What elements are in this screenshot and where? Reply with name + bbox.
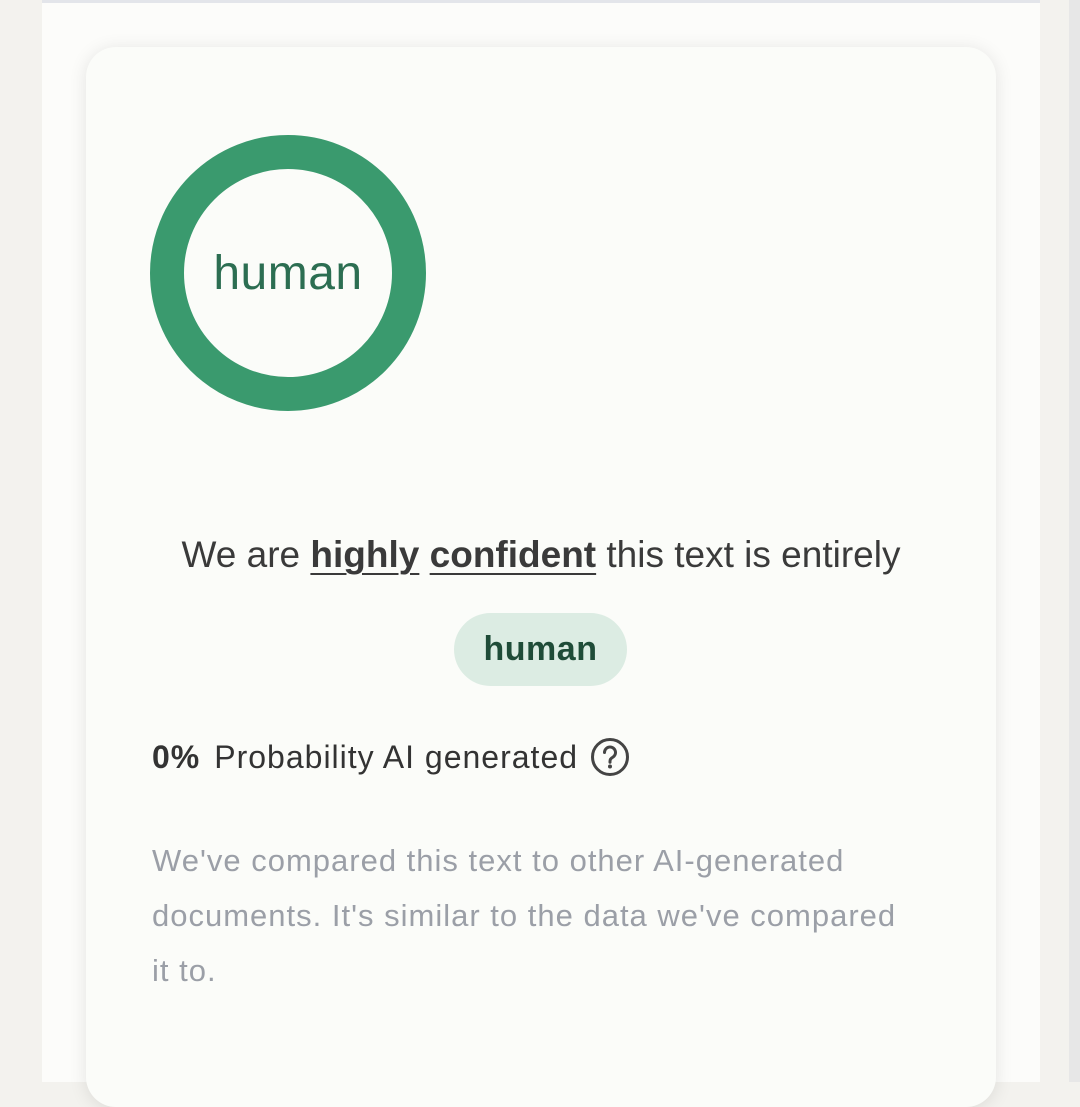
confidence-word-confident[interactable]: confident — [430, 534, 596, 575]
confidence-prefix: We are — [181, 534, 301, 575]
question-circle-icon[interactable] — [590, 737, 630, 777]
explanation-text: We've compared this text to other AI-gen… — [152, 843, 897, 988]
probability-row: 0% Probability AI generated — [152, 735, 630, 779]
confidence-statement: We are highly confident this text is ent… — [86, 534, 996, 576]
classification-badge: human — [454, 613, 627, 686]
confidence-word-highly[interactable]: highly — [310, 534, 419, 575]
probability-label: Probability AI generated — [214, 738, 579, 775]
scrollbar-track[interactable] — [1069, 0, 1080, 1082]
probability-value: 0% — [152, 738, 201, 775]
donut-label: human — [213, 246, 363, 300]
confidence-suffix: this text is entirely — [606, 534, 901, 575]
result-card: human We are highly confident this text … — [86, 47, 996, 1107]
classification-donut: human — [150, 135, 426, 411]
